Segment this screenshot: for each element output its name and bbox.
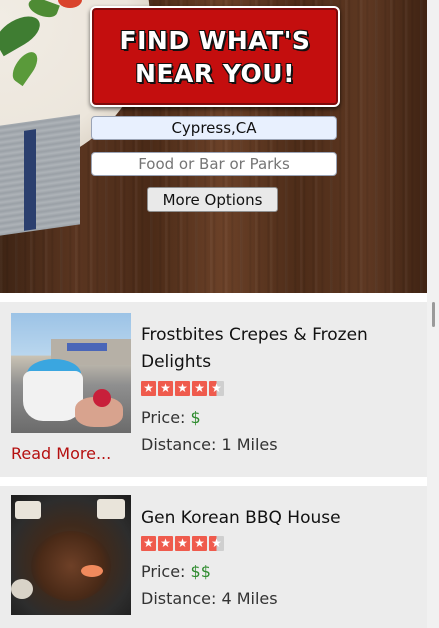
napkin-image <box>0 114 80 236</box>
storefront-sign <box>67 343 107 351</box>
side-dish-shape <box>11 579 33 599</box>
half-star-icon: ★ <box>209 381 224 396</box>
rating-stars: ★ ★ ★ ★ ★ <box>141 381 224 396</box>
half-star-icon: ★ <box>209 536 224 551</box>
star-icon: ★ <box>175 381 190 396</box>
result-name[interactable]: Frostbites Crepes & Frozen Delights <box>141 322 381 376</box>
price-label: Price: <box>141 562 186 581</box>
logo-line-2: NEAR YOU! <box>135 58 295 88</box>
price-info: Price: $ <box>141 408 201 427</box>
result-photo[interactable] <box>11 495 131 615</box>
strawberry-shape <box>93 389 111 407</box>
keyword-input[interactable] <box>91 152 337 176</box>
napkin-stripe <box>24 129 36 231</box>
price-info: Price: $$ <box>141 562 211 581</box>
star-icon: ★ <box>192 536 207 551</box>
side-dish-shape <box>97 499 125 519</box>
logo-line-1: FIND WHAT'S <box>119 25 311 55</box>
result-card[interactable]: Gen Korean BBQ House ★ ★ ★ ★ ★ Price: $$… <box>0 486 427 628</box>
star-icon: ★ <box>141 381 156 396</box>
side-dish-shape <box>15 501 41 519</box>
rating-stars: ★ ★ ★ ★ ★ <box>141 536 224 551</box>
location-input[interactable] <box>91 116 337 140</box>
distance-info: Distance: 1 Miles <box>141 435 278 454</box>
price-value: $ <box>190 408 201 427</box>
result-photo[interactable] <box>11 313 131 433</box>
star-icon: ★ <box>175 536 190 551</box>
read-more-link[interactable]: Read More... <box>11 444 111 463</box>
scrollbar-thumb[interactable] <box>432 302 435 327</box>
star-icon: ★ <box>141 536 156 551</box>
cup-shape <box>23 371 83 421</box>
more-options-button[interactable]: More Options <box>147 187 278 212</box>
hero-banner: FIND WHAT'S NEAR YOU! More Options <box>0 0 427 293</box>
site-logo: FIND WHAT'S NEAR YOU! <box>90 6 340 107</box>
star-icon: ★ <box>192 381 207 396</box>
price-value: $$ <box>190 562 211 581</box>
result-card[interactable]: Frostbites Crepes & Frozen Delights ★ ★ … <box>0 302 427 477</box>
distance-info: Distance: 4 Miles <box>141 589 278 608</box>
star-icon: ★ <box>158 381 173 396</box>
star-icon: ★ <box>158 536 173 551</box>
section-divider <box>0 293 427 302</box>
result-name[interactable]: Gen Korean BBQ House <box>141 505 381 532</box>
price-label: Price: <box>141 408 186 427</box>
shrimp-shape <box>81 565 103 577</box>
